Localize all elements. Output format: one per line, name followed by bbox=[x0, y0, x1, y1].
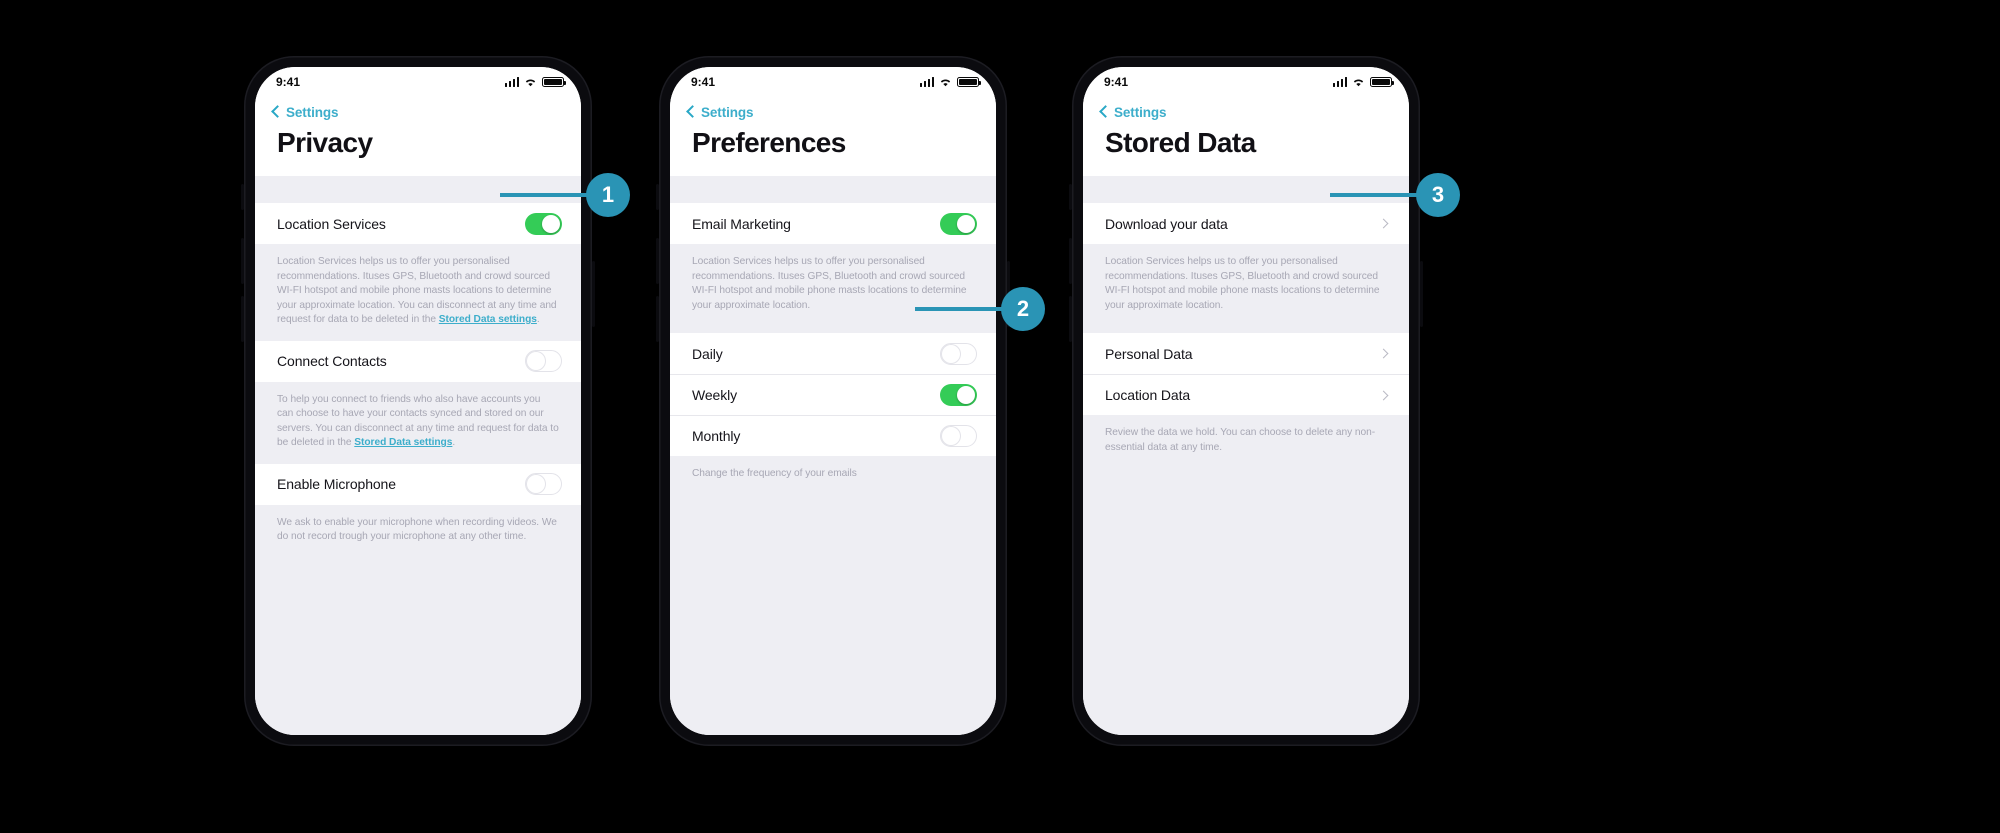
chevron-right-icon bbox=[1378, 390, 1389, 400]
row-label: Download your data bbox=[1105, 215, 1228, 232]
back-label: Settings bbox=[701, 104, 754, 120]
row-label: Location Services bbox=[277, 215, 386, 232]
status-bar: 9:41 bbox=[255, 67, 581, 97]
row-label: Email Marketing bbox=[692, 215, 791, 232]
row-label: Weekly bbox=[692, 387, 738, 403]
volume-up-button[interactable] bbox=[656, 238, 659, 284]
volume-down-button[interactable] bbox=[1069, 296, 1072, 342]
callout-2: 2 bbox=[915, 287, 1045, 331]
row-label: Location Data bbox=[1105, 387, 1191, 403]
row-label: Connect Contacts bbox=[277, 353, 387, 369]
callout-badge[interactable]: 1 bbox=[586, 173, 630, 217]
row-personal-data[interactable]: Personal Data bbox=[1083, 333, 1409, 374]
description-location-services: Location Services helps us to offer you … bbox=[255, 244, 581, 341]
row-daily[interactable]: Daily bbox=[670, 333, 996, 374]
toggle-weekly[interactable] bbox=[940, 384, 977, 406]
row-label: Personal Data bbox=[1105, 345, 1193, 362]
callout-1: 1 bbox=[500, 173, 630, 217]
phone-mockup-privacy: 9:41 Settings Privacy Location Services … bbox=[241, 56, 595, 746]
row-enable-microphone[interactable]: Enable Microphone bbox=[255, 463, 581, 505]
stored-data-settings-link[interactable]: Stored Data settings bbox=[439, 314, 537, 325]
phone-mockup-preferences: 9:41 Settings Preferences Email Marketin… bbox=[656, 56, 1010, 746]
screen-filler bbox=[670, 494, 996, 735]
page-title: Preferences bbox=[670, 121, 996, 176]
description-frequency: Change the frequency of your emails bbox=[670, 456, 996, 495]
toggle-daily[interactable] bbox=[940, 342, 977, 365]
silent-switch[interactable] bbox=[656, 184, 659, 210]
status-bar: 9:41 bbox=[670, 67, 996, 97]
callout-badge[interactable]: 3 bbox=[1416, 173, 1460, 217]
page-title: Stored Data bbox=[1083, 121, 1409, 176]
power-button[interactable] bbox=[592, 261, 595, 327]
description-connect-contacts: To help you connect to friends who also … bbox=[255, 381, 581, 464]
cellular-signal-icon bbox=[919, 77, 934, 87]
page-title: Privacy bbox=[255, 121, 581, 176]
wifi-icon bbox=[940, 79, 951, 87]
wifi-icon bbox=[1353, 79, 1364, 87]
row-weekly[interactable]: Weekly bbox=[670, 374, 996, 415]
section-spacer bbox=[670, 176, 996, 203]
stored-data-settings-link[interactable]: Stored Data settings bbox=[354, 437, 452, 448]
back-label: Settings bbox=[1114, 104, 1167, 120]
row-label: Daily bbox=[692, 345, 723, 362]
back-label: Settings bbox=[286, 104, 339, 120]
screen-filler bbox=[255, 557, 581, 735]
description-review-data: Review the data we hold. You can choose … bbox=[1083, 415, 1409, 468]
cellular-signal-icon bbox=[504, 77, 519, 87]
volume-up-button[interactable] bbox=[241, 238, 244, 284]
battery-icon bbox=[542, 77, 566, 87]
volume-down-button[interactable] bbox=[656, 296, 659, 342]
row-label: Enable Microphone bbox=[277, 476, 396, 492]
back-to-settings-link[interactable]: Settings bbox=[686, 104, 754, 120]
nav-bar: Settings bbox=[255, 97, 581, 121]
wifi-icon bbox=[525, 79, 536, 87]
battery-icon bbox=[1370, 77, 1394, 87]
row-location-data[interactable]: Location Data bbox=[1083, 374, 1409, 415]
period: . bbox=[536, 314, 540, 325]
screen-filler bbox=[1083, 468, 1409, 735]
phone-mockup-stored-data: 9:41 Settings Stored Data Download your … bbox=[1069, 56, 1423, 746]
row-connect-contacts[interactable]: Connect Contacts bbox=[255, 340, 581, 382]
callout-leader-line bbox=[500, 193, 588, 197]
chevron-left-icon bbox=[686, 105, 699, 118]
callout-badge[interactable]: 2 bbox=[1001, 287, 1045, 331]
period: . bbox=[452, 437, 456, 448]
row-monthly[interactable]: Monthly bbox=[670, 415, 996, 456]
phone-screen-stored-data: 9:41 Settings Stored Data Download your … bbox=[1083, 67, 1409, 735]
callout-leader-line bbox=[1330, 193, 1418, 197]
toggle-email-marketing[interactable] bbox=[940, 212, 977, 235]
back-to-settings-link[interactable]: Settings bbox=[271, 104, 339, 120]
silent-switch[interactable] bbox=[1069, 184, 1072, 210]
back-to-settings-link[interactable]: Settings bbox=[1099, 104, 1167, 120]
silent-switch[interactable] bbox=[241, 184, 244, 210]
phone-screen-privacy: 9:41 Settings Privacy Location Services … bbox=[255, 67, 581, 735]
nav-bar: Settings bbox=[1083, 97, 1409, 121]
status-bar: 9:41 bbox=[1083, 67, 1409, 97]
nav-bar: Settings bbox=[670, 97, 996, 121]
toggle-monthly[interactable] bbox=[940, 425, 977, 447]
canvas: 9:41 Settings Privacy Location Services … bbox=[0, 0, 2000, 833]
description-download-your-data: Location Services helps us to offer you … bbox=[1083, 244, 1409, 333]
power-button[interactable] bbox=[1420, 261, 1423, 327]
status-time: 9:41 bbox=[691, 75, 716, 89]
row-email-marketing[interactable]: Email Marketing bbox=[670, 203, 996, 244]
chevron-right-icon bbox=[1378, 218, 1389, 229]
status-time: 9:41 bbox=[276, 75, 301, 89]
toggle-connect-contacts[interactable] bbox=[525, 350, 562, 372]
description-enable-microphone: We ask to enable your microphone when re… bbox=[255, 504, 581, 558]
toggle-enable-microphone[interactable] bbox=[525, 473, 562, 495]
battery-icon bbox=[957, 77, 981, 87]
row-label: Monthly bbox=[692, 428, 741, 444]
volume-down-button[interactable] bbox=[241, 296, 244, 342]
cellular-signal-icon bbox=[1332, 77, 1347, 87]
chevron-left-icon bbox=[1099, 105, 1112, 118]
status-time: 9:41 bbox=[1104, 75, 1129, 89]
phone-screen-preferences: 9:41 Settings Preferences Email Marketin… bbox=[670, 67, 996, 735]
chevron-right-icon bbox=[1378, 348, 1389, 359]
chevron-left-icon bbox=[271, 105, 284, 118]
volume-up-button[interactable] bbox=[1069, 238, 1072, 284]
callout-3: 3 bbox=[1330, 173, 1460, 217]
callout-leader-line bbox=[915, 307, 1003, 311]
